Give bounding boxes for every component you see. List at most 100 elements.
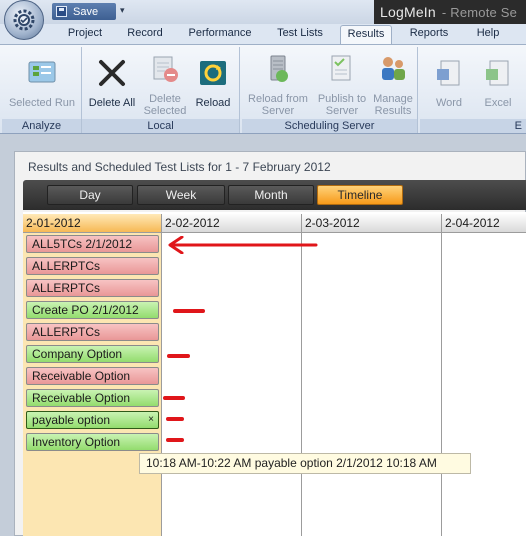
event-label: ALLERPTCs [32,259,101,273]
group-analyze: Selected Run Analyze [2,47,82,133]
tab-project[interactable]: Project [58,27,112,44]
close-icon[interactable]: × [148,412,154,428]
reload-from-server-button[interactable]: Reload from Server [244,53,312,117]
word-label: Word [435,97,463,109]
day-column-today[interactable]: ALL5TCs 2/1/2012 ALLERPTCs ALLERPTCs Cre… [23,233,162,536]
save-label: Save [73,5,99,18]
event-tooltip: 10:18 AM-10:22 AM payable option 2/1/201… [139,453,471,474]
event-item[interactable]: ALLERPTCs [26,279,159,297]
server-reload-icon [270,55,288,82]
day-header[interactable]: 2-01-2012 [23,214,162,233]
results-panel: Results and Scheduled Test Lists for 1 -… [14,151,526,536]
view-timeline-button[interactable]: Timeline [317,185,403,205]
event-item[interactable]: ALL5TCs 2/1/2012 [26,235,159,253]
group-scheduling-server: Reload from Server Publish to Server Man… [242,47,418,133]
reload-icon [200,61,226,85]
annotation-dash [173,309,205,313]
excel-icon [486,60,509,86]
manage-label-2: Results [374,105,412,117]
title-bar: Save ▾ LogMeIn - Remote Se [0,0,526,40]
group-local: Delete All Delete Selected Reload Local [82,47,240,133]
day-column[interactable] [162,233,302,536]
selected-run-button[interactable]: Selected Run [8,53,76,109]
publish-label-1: Publish to [317,93,367,105]
event-label: Company Option [32,347,123,361]
publish-icon [331,55,351,81]
day-header[interactable]: 2-04-2012 [442,214,526,233]
day-header[interactable]: 2-02-2012 [162,214,302,233]
annotation-arrow [168,236,318,254]
logmein-label: LogMeIn [380,4,436,20]
tab-test-lists[interactable]: Test Lists [268,27,332,44]
view-week-button[interactable]: Week [137,185,225,205]
event-item[interactable]: Inventory Option [26,433,159,451]
manage-label-1: Manage [373,93,413,105]
publish-label-2: Server [325,105,359,117]
event-label: Receivable Option [32,391,131,405]
timeline-grid: 2-01-2012 2-02-2012 2-03-2012 2-04-2012 … [23,212,526,536]
event-label: payable option [32,413,111,427]
remote-label: - Remote Se [441,4,518,20]
event-item[interactable]: Company Option [26,345,159,363]
annotation-dash [163,396,185,400]
event-label: ALL5TCs 2/1/2012 [32,237,133,251]
group-label-local: Local [82,119,239,133]
reload-label: Reload [195,97,231,109]
manage-results-button[interactable]: Manage Results [370,53,416,117]
group-label-scheduling: Scheduling Server [242,119,417,133]
delete-all-button[interactable]: Delete All [86,53,138,109]
reload-server-label-2: Server [261,105,295,117]
delete-all-label: Delete All [88,97,136,109]
day-column[interactable] [302,233,442,536]
gear-icon [13,9,35,31]
logmein-banner: LogMeIn - Remote Se [374,0,526,24]
event-label: ALLERPTCs [32,325,101,339]
word-export-button[interactable]: Word [428,53,470,109]
annotation-dash [166,438,184,442]
tab-results[interactable]: Results [340,25,392,45]
manage-users-icon [382,57,405,80]
delete-selected-button[interactable]: Delete Selected [140,53,190,117]
event-item[interactable]: ALLERPTCs [26,323,159,341]
annotation-dash [166,417,184,421]
view-switcher: Day Week Month Timeline [23,180,526,210]
tab-help[interactable]: Help [466,27,510,44]
event-item-selected[interactable]: payable option × [26,411,159,429]
day-header[interactable]: 2-03-2012 [302,214,442,233]
panel-title: Results and Scheduled Test Lists for 1 -… [28,160,331,174]
reload-server-label-1: Reload from [248,93,308,105]
app-menu-button[interactable] [4,0,44,40]
event-label: Inventory Option [32,435,121,449]
delete-selected-label-1: Delete [149,93,181,105]
event-item[interactable]: ALLERPTCs [26,257,159,275]
view-day-button[interactable]: Day [47,185,133,205]
publish-to-server-button[interactable]: Publish to Server [314,53,370,117]
tab-performance[interactable]: Performance [180,27,260,44]
view-month-button[interactable]: Month [228,185,314,205]
event-label: Create PO 2/1/2012 [32,303,139,317]
save-icon [56,6,67,17]
tab-reports[interactable]: Reports [400,27,458,44]
quick-save-button[interactable]: Save [52,3,116,20]
excel-label: Excel [484,97,512,109]
reload-button[interactable]: Reload [190,53,236,109]
quick-access-dropdown[interactable]: ▾ [120,5,125,16]
delete-selected-icon [153,56,178,82]
ribbon: Selected Run Analyze Delete All Delete S… [0,44,526,134]
group-export: Word Excel E [420,47,526,133]
ribbon-tabs: Project Record Performance Test Lists Re… [0,24,526,45]
day-column[interactable] [442,233,526,536]
event-label: ALLERPTCs [32,281,101,295]
event-item[interactable]: Receivable Option [26,367,159,385]
selected-run-label: Selected Run [8,97,76,109]
selected-run-icon [28,61,56,83]
event-label: Receivable Option [32,369,131,383]
excel-export-button[interactable]: Excel [478,53,518,109]
word-icon [437,60,460,86]
delete-selected-label-2: Selected [143,105,187,117]
tab-record[interactable]: Record [118,27,172,44]
group-label-analyze: Analyze [2,119,81,133]
group-label-export: E [420,119,526,133]
event-item[interactable]: Create PO 2/1/2012 [26,301,159,319]
event-item[interactable]: Receivable Option [26,389,159,407]
